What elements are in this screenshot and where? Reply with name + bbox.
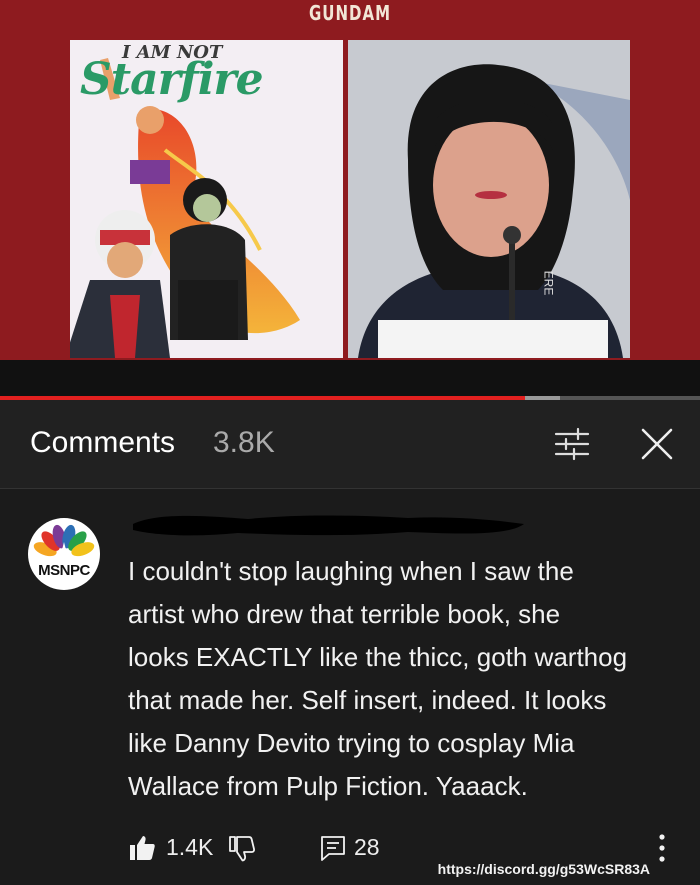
video-letterbox bbox=[0, 360, 700, 398]
like-count: 1.4K bbox=[166, 834, 214, 860]
commenter-avatar[interactable]: MSNPC bbox=[28, 518, 100, 590]
avatar-label: MSNPC bbox=[38, 562, 90, 579]
video-banner-text: GUNDAM bbox=[308, 0, 392, 26]
sort-filter-button[interactable] bbox=[552, 426, 592, 462]
backdrop-text: ERE bbox=[541, 270, 556, 296]
comment-text: I couldn't stop laughing when I saw the … bbox=[128, 556, 628, 801]
close-button[interactable] bbox=[638, 425, 676, 463]
sliders-icon bbox=[554, 427, 590, 461]
artist-photo: ERE bbox=[348, 40, 630, 358]
comments-count: 3.8K bbox=[213, 426, 275, 459]
comment-menu-button[interactable] bbox=[655, 833, 669, 863]
dislike-button[interactable] bbox=[228, 835, 256, 863]
thumbs-up-icon bbox=[130, 836, 155, 860]
redacted-username bbox=[128, 510, 528, 540]
artist-photo-art bbox=[348, 40, 630, 358]
watermark-url: https://discord.gg/g53WcSR83A bbox=[437, 861, 650, 877]
reply-icon bbox=[321, 836, 345, 861]
reply-button[interactable] bbox=[320, 835, 346, 861]
video-player[interactable]: GUNDAM I AM NOT Starfire ERE bbox=[0, 0, 700, 398]
comments-title: Comments bbox=[30, 426, 176, 459]
like-button[interactable] bbox=[128, 834, 156, 862]
comic-cover-image: I AM NOT Starfire bbox=[70, 40, 343, 358]
comment-actions: 1.4K 28 bbox=[128, 830, 688, 864]
peacock-logo-icon bbox=[33, 524, 95, 558]
reply-count: 28 bbox=[354, 834, 380, 860]
close-icon bbox=[641, 428, 673, 460]
header-divider bbox=[0, 488, 700, 489]
more-vert-icon bbox=[659, 834, 665, 862]
cover-title: Starfire bbox=[80, 54, 264, 105]
thumbs-down-icon bbox=[229, 836, 255, 862]
